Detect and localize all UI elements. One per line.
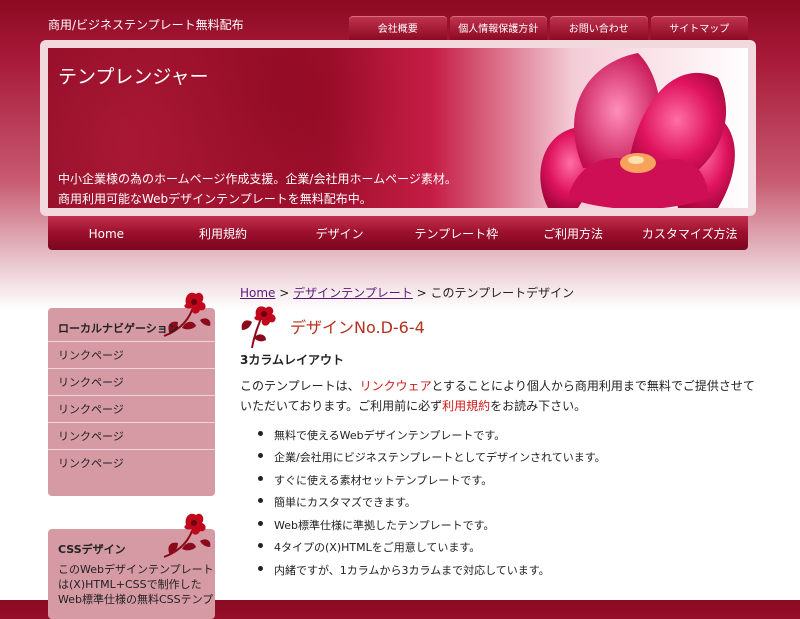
- header-frame: テンプレンジャー 中小企業様の為のホームページ作成支援。企業/会社用ホームページ…: [40, 40, 756, 216]
- breadcrumb-separator: >: [412, 286, 431, 300]
- local-nav-item[interactable]: リンクページ: [48, 341, 215, 368]
- section-heading: 3カラムレイアウト: [240, 353, 344, 367]
- feature-item: 企業/会社用にビジネステンプレートとしてデザインされています。: [274, 451, 606, 464]
- top-nav-company[interactable]: 会社概要: [349, 16, 447, 40]
- main-nav-customize[interactable]: カスタマイズ方法: [631, 216, 748, 250]
- feature-item: 内緒ですが、1カラムから3カラムまで対応しています。: [274, 564, 550, 577]
- css-design-box: CSSデザイン このWebデザインテンプレート は(X)HTML+CSSで制作し…: [48, 513, 215, 619]
- bullet-dot: [258, 431, 263, 436]
- breadcrumb-current: このテンプレートデザイン: [430, 286, 575, 300]
- top-nav-privacy[interactable]: 個人情報保護方針: [449, 16, 547, 40]
- header-banner: テンプレンジャー 中小企業様の為のホームページ作成支援。企業/会社用ホームページ…: [48, 48, 748, 208]
- intro-text: いただいております。ご利用前に必ず: [240, 399, 443, 413]
- feature-item: 簡単にカスタマズできます。: [274, 496, 416, 509]
- local-nav-box: ローカルナビゲーション リンクページ リンクページ リンクページ リンクページ …: [48, 292, 215, 496]
- feature-item: 4タイプの(X)HTMLをご用意しています。: [274, 541, 481, 554]
- main-nav-usage[interactable]: ご利用方法: [515, 216, 632, 250]
- css-design-text-3: Web標準仕様の無料CSSテンプ: [58, 593, 214, 606]
- main-nav-home[interactable]: Home: [48, 216, 165, 250]
- feature-item: 無料で使えるWebデザインテンプレートです。: [274, 429, 506, 442]
- intro-text: このテンプレートは、: [240, 379, 360, 393]
- css-design-title: CSSデザイン: [58, 543, 126, 556]
- breadcrumb-separator: >: [275, 286, 294, 300]
- breadcrumb-home-link[interactable]: Home: [240, 286, 275, 300]
- header-description-2: 商用利用可能なWebデザインテンプレートを無料配布中。: [58, 192, 372, 206]
- main-nav: Home 利用規約 デザイン テンプレート枠 ご利用方法 カスタマイズ方法: [48, 216, 748, 250]
- top-nav-contact[interactable]: お問い合わせ: [550, 16, 648, 40]
- page-title: デザインNo.D-6-4: [290, 318, 425, 337]
- bullet-dot: [258, 521, 263, 526]
- css-design-text-1: このWebデザインテンプレート: [58, 563, 214, 576]
- breadcrumb: Home > デザインテンプレート > このテンプレートデザイン: [240, 284, 574, 301]
- bullet-dot: [258, 453, 263, 458]
- feature-item: すぐに使える素材セットテンプレートです。: [274, 474, 493, 487]
- top-nav-sitemap[interactable]: サイトマップ: [650, 16, 748, 40]
- linkware-link[interactable]: リンクウェア: [360, 379, 432, 393]
- local-nav-item[interactable]: リンクページ: [48, 395, 215, 422]
- red-flower-icon: [163, 513, 211, 558]
- terms-link[interactable]: 利用規約: [442, 399, 490, 413]
- main-nav-design[interactable]: デザイン: [281, 216, 398, 250]
- bullet-dot: [258, 543, 263, 548]
- css-design-text-2: は(X)HTML+CSSで制作した: [58, 578, 202, 591]
- site-tagline: 商用/ビジネステンプレート無料配布: [48, 18, 244, 32]
- intro-line-1: このテンプレートは、リンクウェアとすることにより個人から商用利用まで無料でご提供…: [240, 377, 755, 394]
- intro-line-2: いただいております。ご利用前に必ず利用規約をお読み下さい。: [240, 397, 586, 414]
- local-nav-title: ローカルナビゲーション: [58, 322, 179, 335]
- breadcrumb-design-link[interactable]: デザインテンプレート: [293, 286, 413, 300]
- header-description-1: 中小企業様の為のホームページ作成支援。企業/会社用ホームページ素材。: [58, 172, 457, 186]
- bullet-dot: [258, 476, 263, 481]
- tulip-photo: [540, 53, 735, 208]
- local-nav-item[interactable]: リンクページ: [48, 449, 215, 476]
- main-nav-template-frame[interactable]: テンプレート枠: [398, 216, 515, 250]
- local-nav-item[interactable]: リンクページ: [48, 368, 215, 395]
- site-title[interactable]: テンプレンジャー: [58, 62, 208, 89]
- feature-item: Web標準仕様に準拠したテンプレートです。: [274, 519, 495, 532]
- local-nav-item[interactable]: リンクページ: [48, 422, 215, 449]
- top-nav: 会社概要 個人情報保護方針 お問い合わせ サイトマップ: [349, 16, 748, 40]
- intro-text: とすることにより個人から商用利用まで無料でご提供させて: [431, 379, 755, 393]
- red-flower-icon: [241, 306, 276, 349]
- main-nav-terms[interactable]: 利用規約: [165, 216, 282, 250]
- intro-text: をお読み下さい。: [490, 399, 587, 413]
- bullet-dot: [258, 566, 263, 571]
- bullet-dot: [258, 498, 263, 503]
